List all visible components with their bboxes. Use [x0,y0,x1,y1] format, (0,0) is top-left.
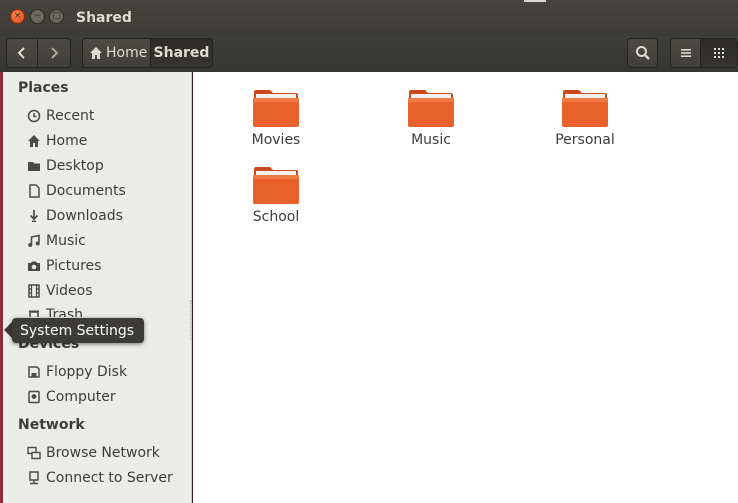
folder-item[interactable]: Movies [221,88,331,148]
minimize-icon: − [33,11,42,21]
sidebar: Places Recent Home Desktop Documents Dow… [0,72,192,503]
sidebar-item-label: Connect to Server [46,470,173,486]
folder-item[interactable]: Music [376,88,486,148]
background-window-edge [524,0,546,2]
sidebar-item-label: Music [46,233,86,249]
search-icon [635,46,650,60]
back-button[interactable] [6,38,38,68]
toolbar: Home Shared [0,36,738,72]
sidebar-item-home[interactable]: Home [26,130,87,152]
breadcrumb-home[interactable]: Home [82,38,151,68]
list-view-button[interactable] [670,38,701,68]
close-window-button[interactable]: × [10,9,25,24]
sidebar-item-label: Home [46,133,88,149]
folder-label: Movies [251,132,301,148]
list-icon [680,49,691,57]
document-icon [29,184,40,198]
sidebar-item-desktop[interactable]: Desktop [26,155,104,177]
sidebar-item-label: Pictures [46,258,102,274]
sidebar-item-connect-to-server[interactable]: Connect to Server [26,467,173,489]
places-heading: Places [18,80,69,96]
sidebar-item-label: Computer [46,389,116,405]
floppy-icon [28,366,40,378]
download-icon [29,210,39,222]
sidebar-item-label: Downloads [46,208,123,224]
tooltip-text: System Settings [20,322,135,339]
sidebar-item-browse-network[interactable]: Browse Network [26,442,160,464]
desktop-folder-icon [28,162,40,171]
music-icon [28,234,40,247]
sidebar-item-pictures[interactable]: Pictures [26,255,101,277]
sidebar-item-recent[interactable]: Recent [26,105,94,127]
network-heading: Network [18,417,85,433]
window-title: Shared [76,10,132,26]
sidebar-item-label: Trash [46,307,83,317]
close-icon: × [13,11,22,21]
breadcrumb-home-label: Home [106,45,148,61]
home-icon [90,47,102,59]
maximize-window-button[interactable]: □ [49,9,64,24]
folder-label: Personal [555,132,615,148]
home-icon [28,135,40,147]
clock-icon [27,109,41,123]
sidebar-item-trash[interactable]: Trash [26,305,83,317]
sidebar-item-label: Desktop [46,158,104,174]
sidebar-item-floppy-disk[interactable]: Floppy Disk [26,361,127,383]
grid-view-button[interactable] [701,38,738,68]
folder-icon [408,90,454,127]
folder-icon [253,90,299,127]
tooltip-arrow [4,322,12,338]
folder-label: Music [411,132,451,148]
maximize-icon: □ [52,11,61,21]
title-bar: × − □ Shared [0,0,738,36]
trash-icon [29,310,39,317]
network-icon [27,446,41,460]
camera-icon [28,261,40,271]
folder-item[interactable]: School [221,165,331,225]
sidebar-item-videos[interactable]: Videos [26,280,93,302]
sidebar-item-downloads[interactable]: Downloads [26,205,123,227]
chevron-left-icon [17,47,25,59]
server-icon [29,471,39,485]
sidebar-item-computer[interactable]: Computer [26,386,116,408]
folder-label: School [252,209,300,225]
sidebar-item-label: Documents [46,183,126,199]
breadcrumb-shared[interactable]: Shared [151,38,213,68]
chevron-right-icon [51,47,59,59]
sidebar-item-label: Recent [46,108,95,124]
file-manager-window: × − □ Shared Home Shared Places Recent H… [0,0,738,503]
grid-icon [714,48,724,58]
folder-icon [253,167,299,204]
drive-icon [28,390,40,404]
film-icon [28,284,40,298]
search-button[interactable] [627,38,658,68]
sidebar-item-label: Browse Network [46,445,160,461]
desktop-background-edge [0,72,3,503]
folder-icon [562,90,608,127]
launcher-tooltip: System Settings [12,318,145,343]
file-view: Movies Music Personal School [193,72,738,503]
sidebar-item-music[interactable]: Music [26,230,86,252]
minimize-window-button[interactable]: − [30,9,45,24]
forward-button[interactable] [38,38,71,68]
sidebar-item-documents[interactable]: Documents [26,180,126,202]
breadcrumb-shared-label: Shared [153,45,210,61]
sidebar-item-label: Videos [46,283,93,299]
folder-item[interactable]: Personal [530,88,640,148]
sidebar-item-label: Floppy Disk [46,364,128,380]
